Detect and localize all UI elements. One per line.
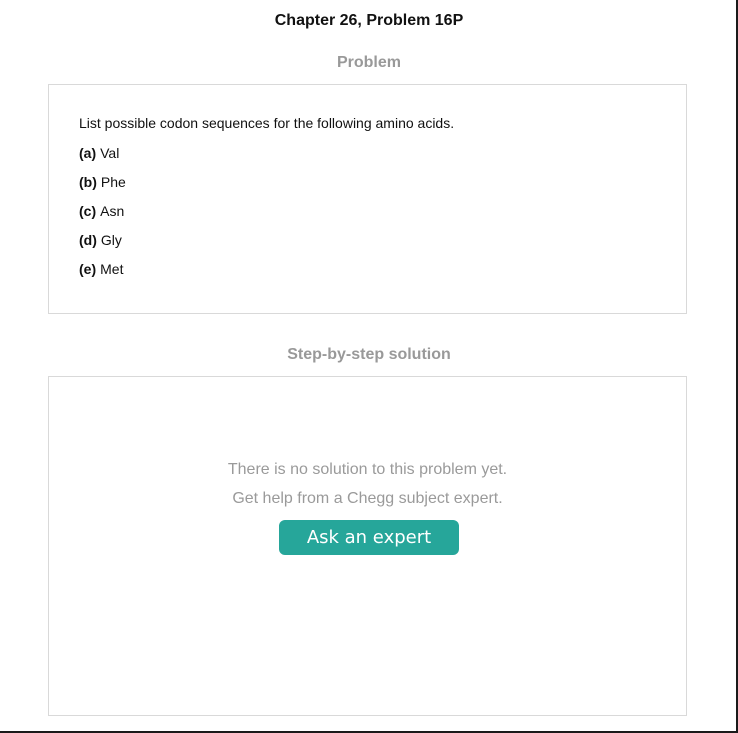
problem-part-d: (d) Gly <box>79 232 454 249</box>
ask-an-expert-button[interactable]: Ask an expert <box>279 520 459 555</box>
part-text: Phe <box>100 174 126 190</box>
part-label: (b) <box>79 174 97 190</box>
part-text: Asn <box>100 203 125 219</box>
problem-intro: List possible codon sequences for the fo… <box>79 115 455 131</box>
problem-heading: Problem <box>336 54 401 71</box>
problem-part-b: (b) Phe <box>79 174 454 191</box>
problem-body: List possible codon sequences for the fo… <box>79 115 454 290</box>
no-solution-message: There is no solution to this problem yet… <box>49 455 686 513</box>
problem-panel: List possible codon sequences for the fo… <box>48 84 687 314</box>
problem-part-e: (e) Met <box>79 261 454 278</box>
solution-heading: Step-by-step solution <box>287 346 451 363</box>
chapter-title: Chapter 26, Problem 16P <box>274 12 464 29</box>
get-help-line: Get help from a Chegg subject expert. <box>232 490 503 507</box>
part-label: (d) <box>79 232 97 248</box>
solution-panel: There is no solution to this problem yet… <box>48 376 687 716</box>
part-label: (c) <box>79 203 97 219</box>
part-label: (a) <box>79 145 97 161</box>
part-text: Met <box>100 261 124 277</box>
no-solution-line: There is no solution to this problem yet… <box>227 461 508 478</box>
part-text: Val <box>100 145 120 161</box>
part-text: Gly <box>100 232 122 248</box>
problem-part-a: (a) Val <box>79 145 454 162</box>
part-label: (e) <box>79 261 97 277</box>
problem-part-c: (c) Asn <box>79 203 454 220</box>
